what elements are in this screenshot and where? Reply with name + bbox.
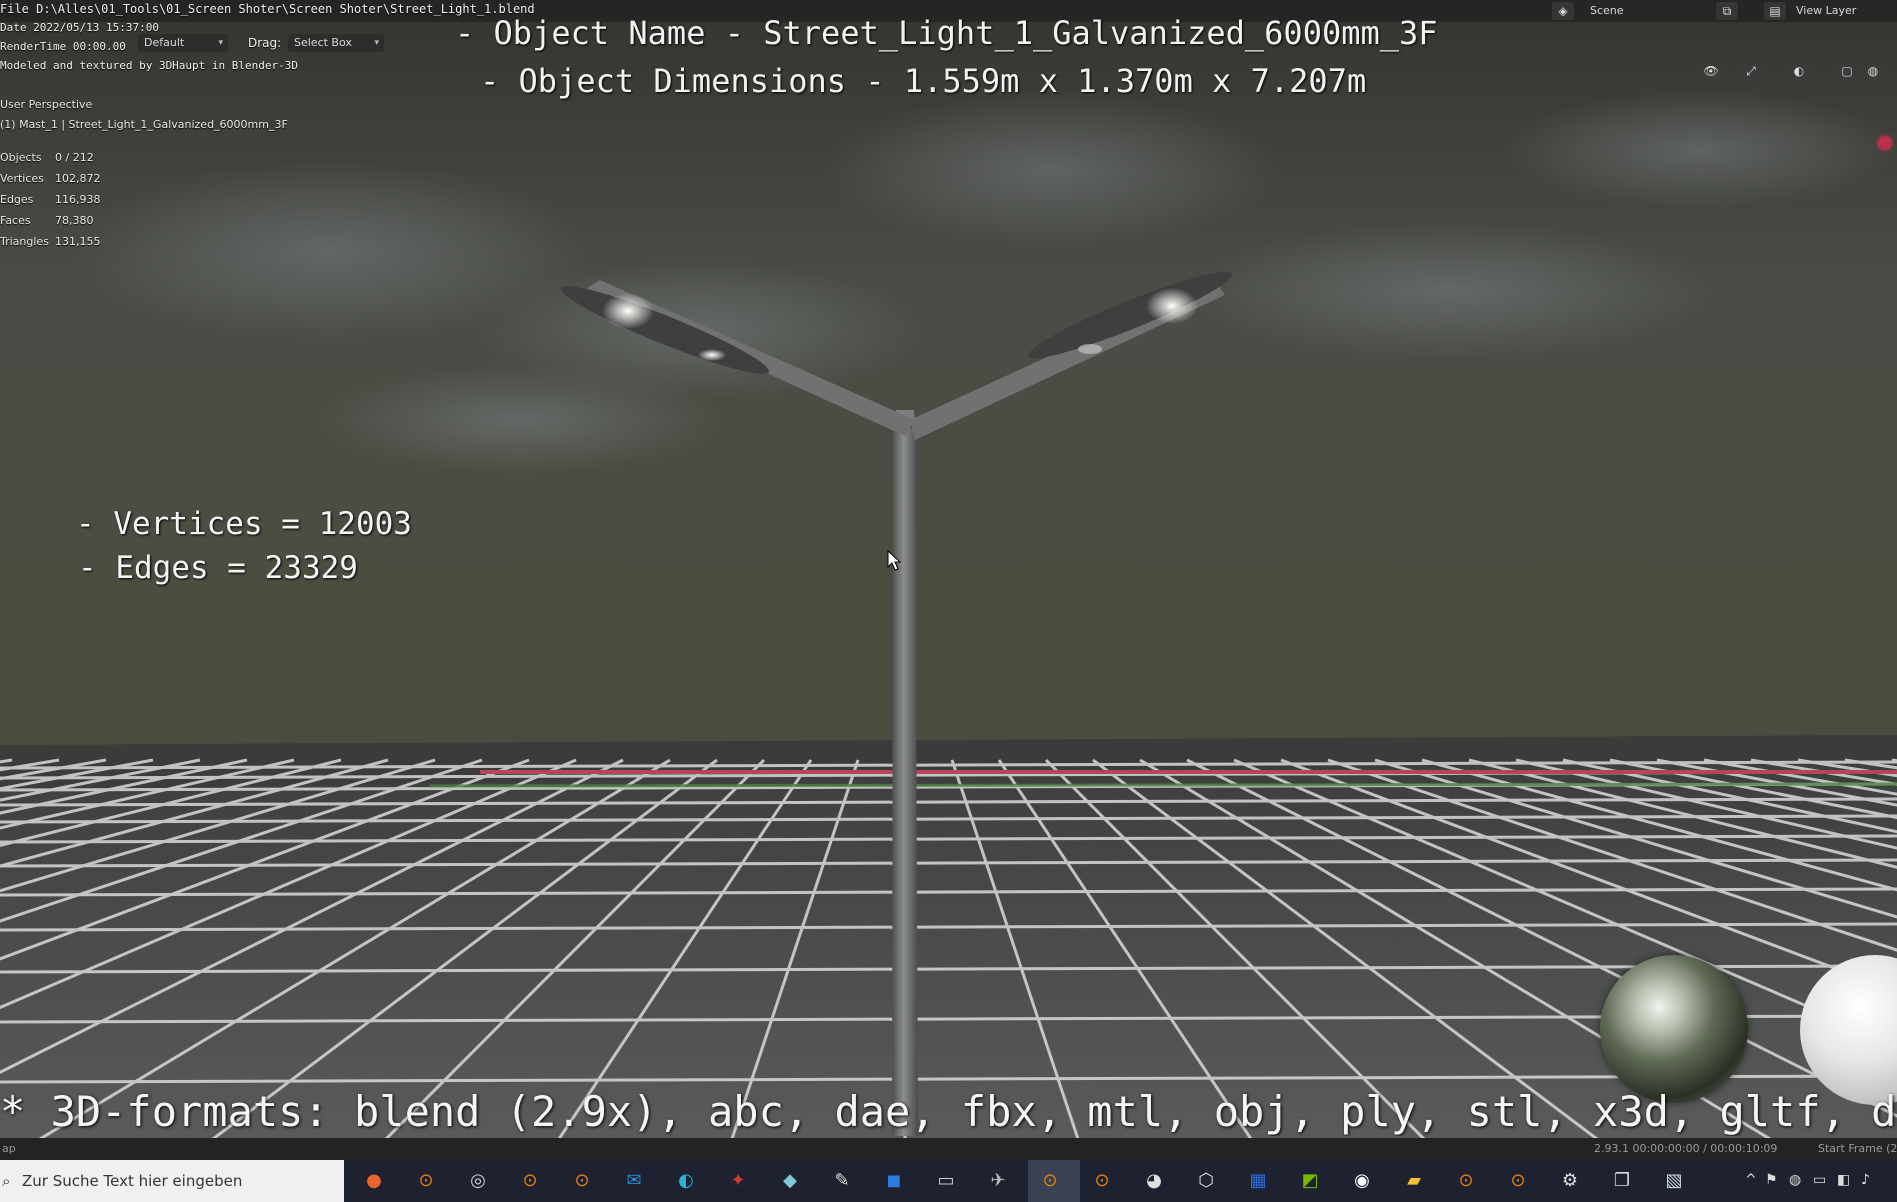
gizmo-icon[interactable]: ⤢ [1740,62,1762,80]
app-cube-icon[interactable]: ◆ [777,1168,803,1194]
object-dimensions-overlay: - Object Dimensions - 1.559m x 1.370m x … [480,62,1367,100]
drag-mode-dropdown[interactable]: Select Box ▾ [288,34,384,52]
xray-icon[interactable]: ▢ [1836,62,1858,80]
view-layer-icon[interactable]: ▤ [1764,2,1786,20]
object-name-overlay: - Object Name - Street_Light_1_Galvanize… [455,14,1438,52]
app-panda-icon[interactable]: ◕ [1141,1168,1167,1194]
blender-icon[interactable]: ⊙ [517,1168,543,1194]
status-left: ap [2,1142,16,1155]
orientation-dropdown[interactable]: Default ▾ [138,34,228,52]
blender-icon[interactable]: ⊙ [1037,1168,1063,1194]
search-icon: ⌕ [2,1172,11,1190]
settings-icon[interactable]: ⚙ [1557,1168,1583,1194]
blender-icon[interactable]: ⊙ [569,1168,595,1194]
nvidia-tray-icon[interactable]: ◧ [1837,1172,1850,1188]
volume-icon[interactable]: ♪ [1861,1172,1870,1188]
app-box-icon[interactable]: ⬡ [1193,1168,1219,1194]
explorer-icon[interactable]: ▰ [1401,1168,1427,1194]
date-text: Date 2022/05/13 15:37:00 [0,21,159,34]
blender-icon[interactable]: ⊙ [1505,1168,1531,1194]
windows-taskbar: ⌕ Zur Suche Text hier eingeben ● ⊙ ◎ ⊙ ⊙ ✉ ◐ ✦ ◆… [0,1160,1897,1202]
scene-field[interactable]: Scene [1584,2,1714,20]
blender-icon[interactable]: ⊙ [413,1168,439,1194]
start-frame: Start Frame (2 [1818,1142,1897,1155]
stat-row-edges: Edges 116,938 [0,193,101,206]
blender-icon[interactable]: ⊙ [1453,1168,1479,1194]
stat-row-vertices: Vertices 102,872 [0,172,101,185]
y-axis-line [429,782,1897,788]
app-window-icon[interactable]: ❐ [1609,1168,1635,1194]
render-time-text: RenderTime 00:00.00 [0,40,126,53]
version-time: 2.93.1 00:00:00:00 / 00:00:10:09 [1594,1142,1778,1155]
edge-icon[interactable]: ◐ [673,1168,699,1194]
nvidia-icon[interactable]: ◩ [1297,1168,1323,1194]
obs-icon[interactable]: ◎ [465,1168,491,1194]
stat-row-triangles: Triangles 131,155 [0,235,101,248]
firefox-icon[interactable]: ● [361,1168,387,1194]
credit-text: Modeled and textured by 3DHaupt in Blend… [0,59,299,72]
new-scene-icon[interactable]: ⧉ [1716,2,1738,20]
stat-row-objects: Objects 0 / 212 [0,151,94,164]
taskbar-search-placeholder: Zur Suche Text hier eingeben [22,1172,243,1190]
app-tray-icon[interactable]: ◍ [1789,1172,1801,1188]
app-chat-icon[interactable]: ◼ [881,1168,907,1194]
edges-overlay: - Edges = 23329 [78,550,358,586]
taskbar-search-box[interactable]: ⌕ Zur Suche Text hier eingeben [0,1160,344,1202]
calendar-icon[interactable]: ▦ [1245,1168,1271,1194]
chevron-up-icon[interactable]: ^ [1745,1172,1757,1188]
blender-icon[interactable]: ⊙ [1089,1168,1115,1194]
scene-selector-icon[interactable]: ◈ [1552,2,1574,20]
wireframe-shading-icon[interactable]: ◍ [1862,62,1884,80]
app-image-icon[interactable]: ▧ [1661,1168,1687,1194]
perspective-label: User Perspective [0,98,93,111]
stat-row-faces: Faces 78,380 [0,214,94,227]
status-bar: ap 2.93.1 00:00:00:00 / 00:00:10:09 Star… [0,1138,1897,1160]
view-layer-field[interactable]: View Layer [1790,2,1890,20]
app-paint-icon[interactable]: ✎ [829,1168,855,1194]
battery-icon[interactable]: ▭ [1813,1172,1826,1188]
orientation-dropdown-label: Default [144,36,185,49]
formats-overlay: * 3D-formats: blend (2.9x), abc, dae, fb… [0,1088,1897,1136]
app-circle-icon[interactable]: ◉ [1349,1168,1375,1194]
active-object-label: (1) Mast_1 | Street_Light_1_Galvanized_6… [0,118,288,131]
overlay-icon[interactable]: ◐ [1788,62,1810,80]
drag-mode-label: Select Box [294,36,352,49]
app-drone-icon[interactable]: ✈ [985,1168,1011,1194]
app-red-icon[interactable]: ✦ [725,1168,751,1194]
mail-icon[interactable]: ✉ [621,1168,647,1194]
view-layer-name: View Layer [1796,4,1857,17]
chevron-down-icon: ▾ [218,38,223,48]
terminal-icon[interactable]: ▭ [933,1168,959,1194]
visibility-icon[interactable]: 👁 [1700,62,1722,80]
system-tray: ^ ⚑ ◍ ▭ ◧ ♪ [1737,1160,1897,1202]
drag-label: Drag: [248,36,282,50]
vertices-overlay: - Vertices = 12003 [76,506,412,542]
record-icon[interactable] [1878,136,1892,150]
network-icon[interactable]: ⚑ [1765,1172,1778,1188]
scene-name: Scene [1590,4,1624,17]
hdri-chrome-sphere [1600,955,1748,1103]
chevron-down-icon: ▾ [374,38,379,48]
